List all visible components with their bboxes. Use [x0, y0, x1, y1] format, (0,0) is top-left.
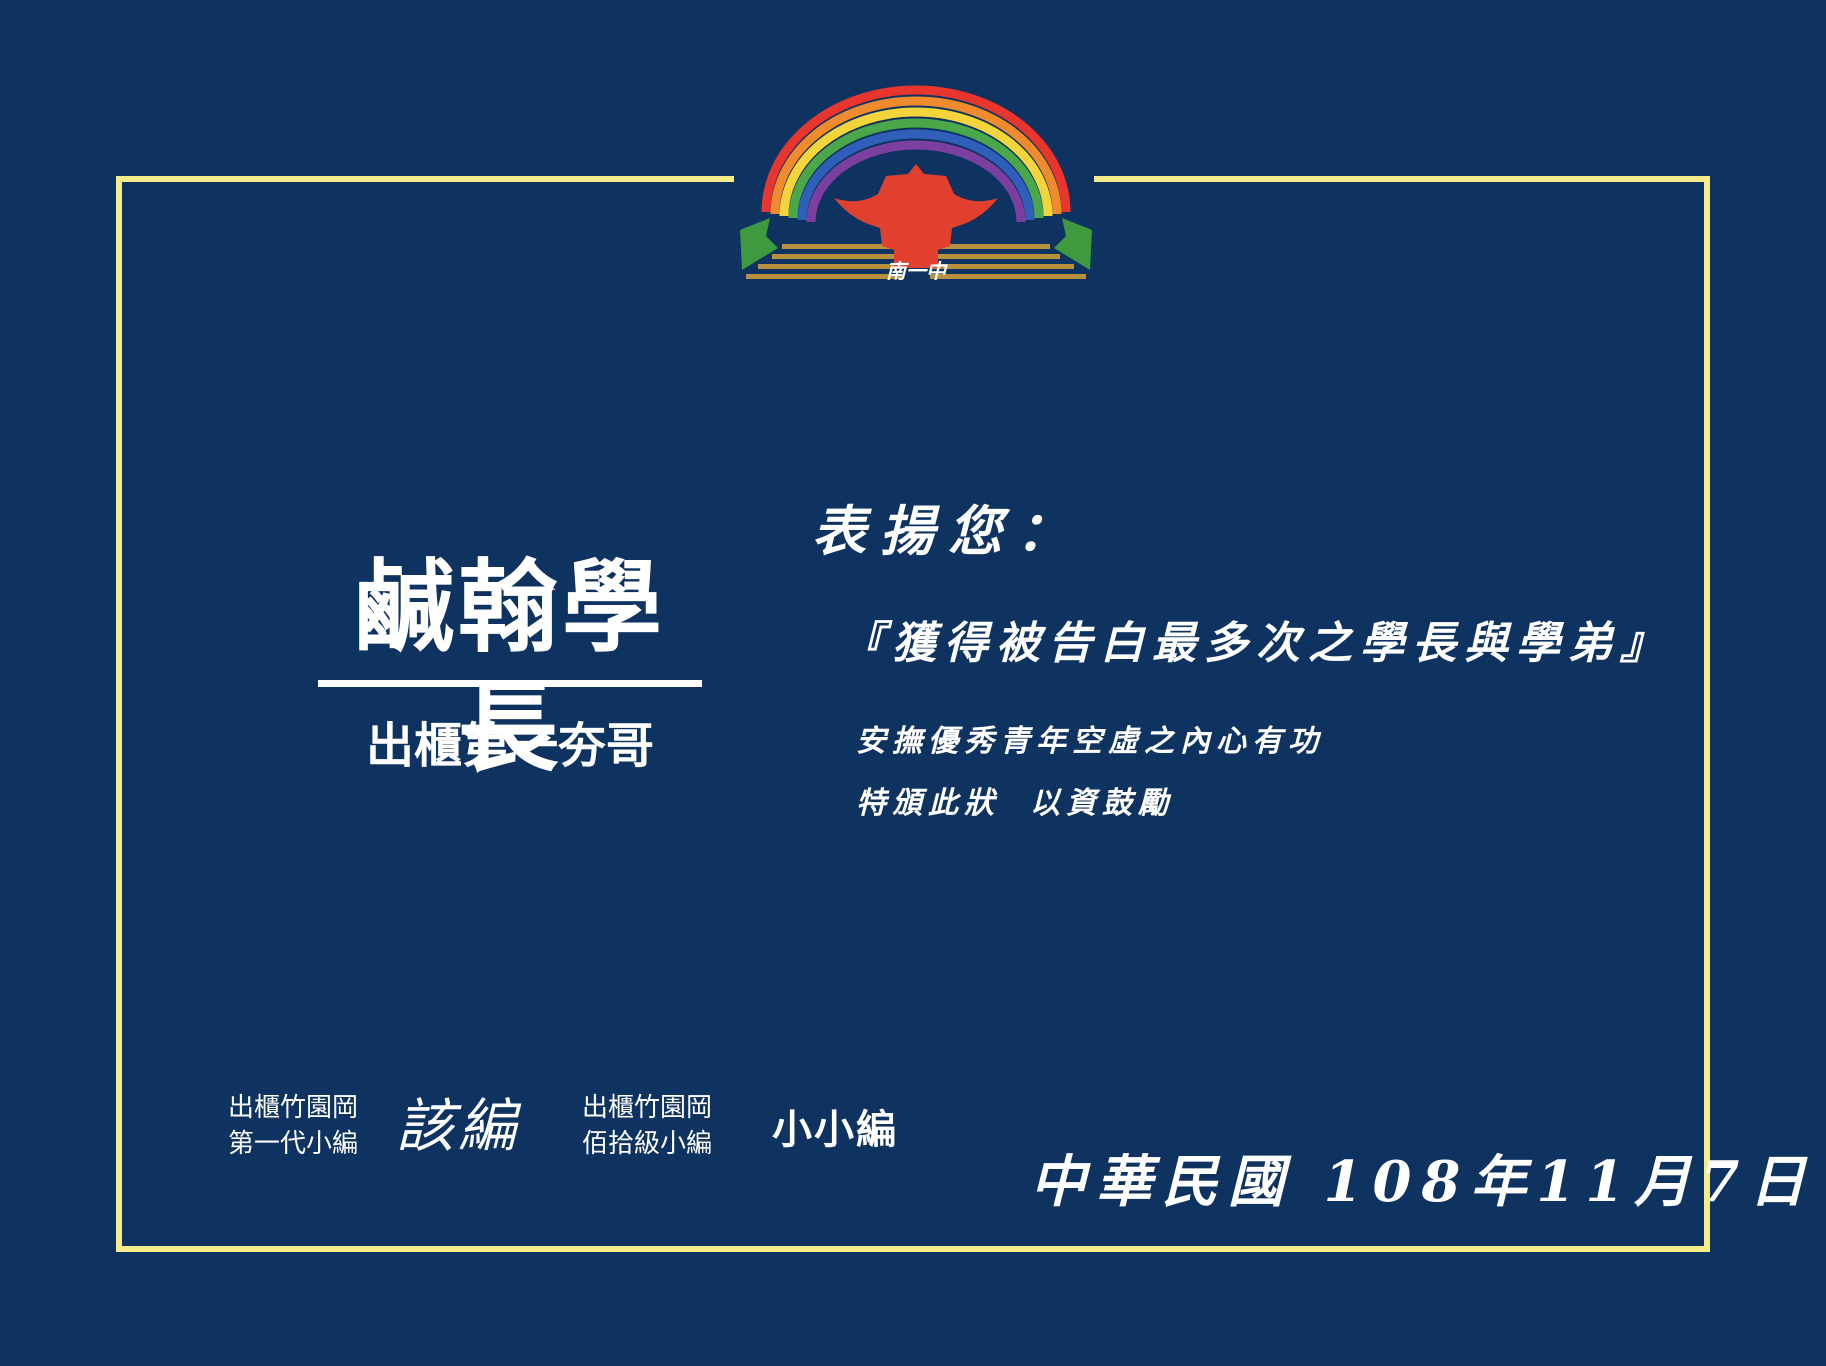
frame-top-right	[1094, 176, 1710, 182]
leaf-left-icon	[740, 218, 778, 270]
commendation-heading: 表揚您：	[812, 499, 1084, 563]
reason-line-2a: 特頒此狀	[856, 786, 1000, 821]
issue-date: 中華民國 108年11月7日	[1030, 1149, 1816, 1215]
name-underline	[318, 680, 702, 687]
pagoda-icon	[834, 164, 998, 268]
certificate-page: 南一中 鹹翰學長 出櫃第一夯哥 表揚您： 『獲得被告白最多次之學長與學弟』 安撫…	[0, 0, 1826, 1366]
frame-right	[1704, 176, 1710, 1252]
issuer-2-signature: 小小編	[772, 1107, 898, 1153]
logo-text: 南一中	[886, 259, 948, 283]
frame-left	[116, 176, 122, 1252]
issuer-1: 出櫃竹園岡 第一代小編	[228, 1090, 358, 1162]
award-title: 『獲得被告白最多次之學長與學弟』	[840, 618, 1672, 669]
leaf-right-icon	[1054, 218, 1092, 270]
reason-line-2b: 以資鼓勵	[1030, 786, 1174, 821]
reason-line-2: 特頒此狀 以資鼓勵	[856, 782, 1174, 826]
issuer-2: 出櫃竹園岡 佰拾級小編	[582, 1090, 712, 1162]
issuer-1-signature: 該編	[396, 1092, 521, 1160]
recipient-title: 出櫃第一夯哥	[365, 718, 654, 774]
issuer-1-org: 出櫃竹園岡	[228, 1093, 359, 1123]
frame-top-left	[116, 176, 734, 182]
issuer-1-role: 第一代小編	[228, 1129, 359, 1159]
frame-bottom	[116, 1246, 1710, 1252]
issuer-2-org: 出櫃竹園岡	[582, 1093, 713, 1123]
reason-line-1: 安撫優秀青年空虛之內心有功	[856, 724, 1324, 759]
school-logo: 南一中	[740, 85, 1092, 283]
issuer-2-role: 佰拾級小編	[582, 1129, 713, 1159]
